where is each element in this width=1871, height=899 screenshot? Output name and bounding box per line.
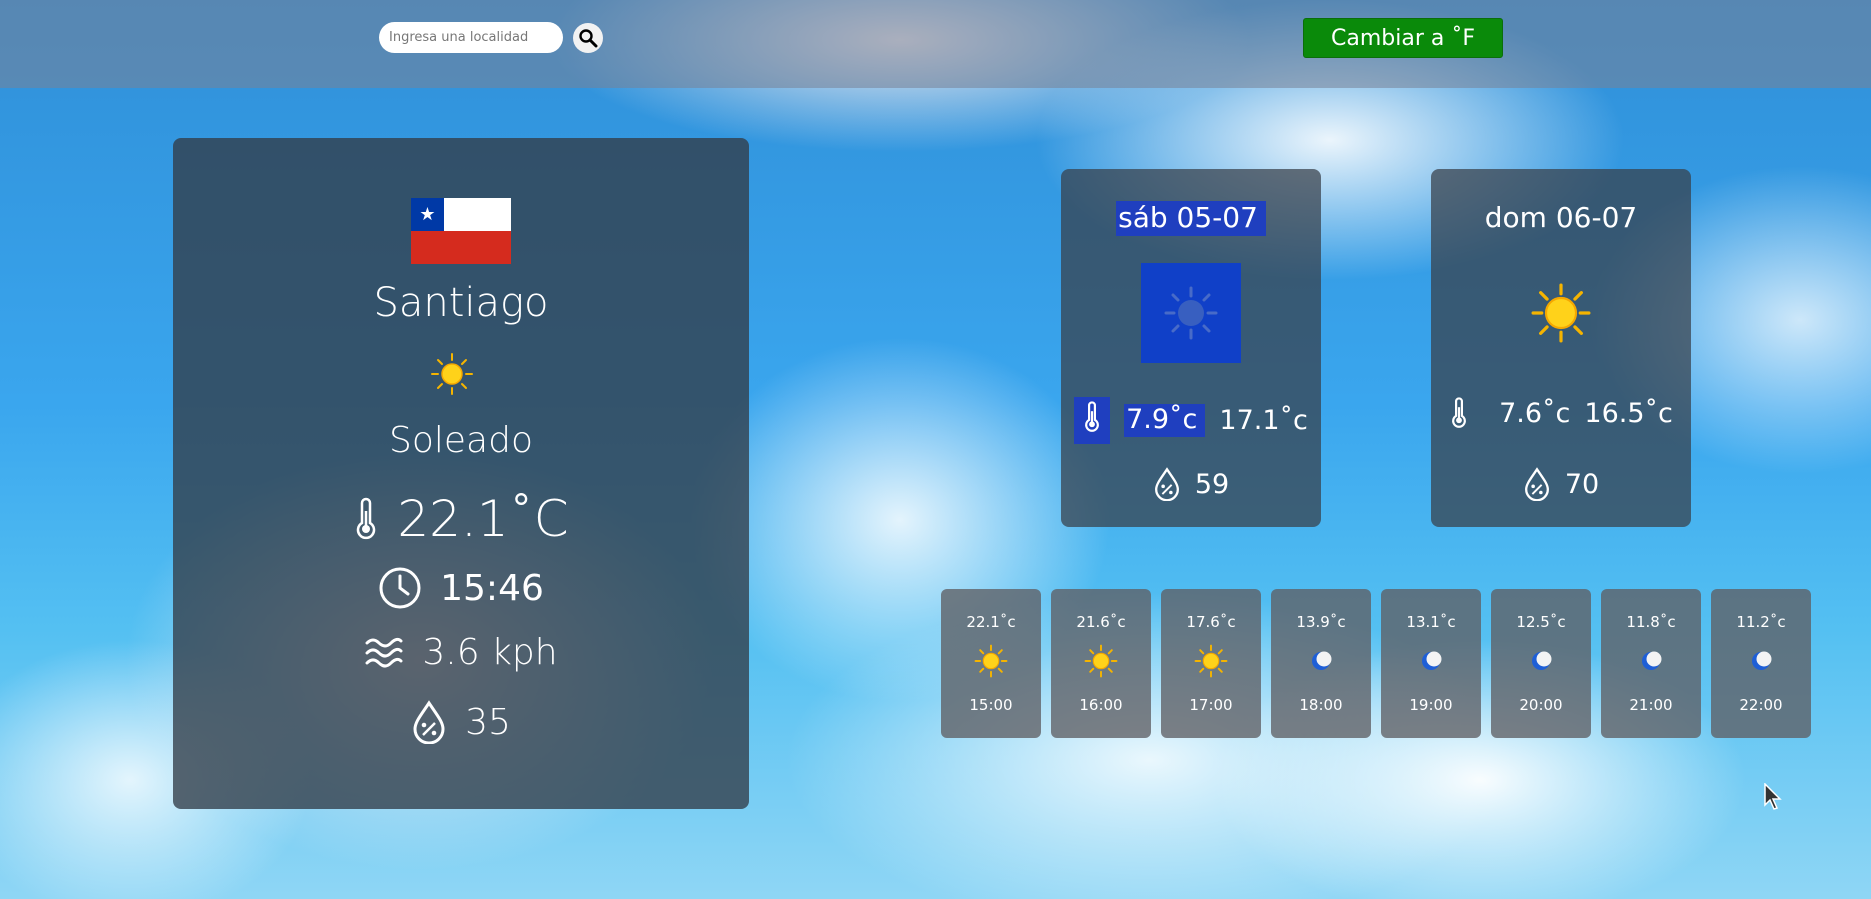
clock-icon (379, 567, 421, 609)
search-input[interactable] (379, 22, 563, 53)
chile-flag: ★ (411, 198, 511, 264)
forecast-humidity: 59 (1061, 467, 1321, 501)
forecast-min: 7.9˚c (1124, 404, 1206, 437)
forecast-humidity: 70 (1431, 467, 1691, 501)
hourly-icon (1193, 643, 1229, 679)
hourly-time: 19:00 (1409, 696, 1453, 714)
search-button[interactable] (573, 23, 603, 53)
moon-icon (1752, 651, 1772, 670)
moon-icon (1312, 651, 1332, 670)
hourly-time: 15:00 (969, 696, 1013, 714)
forecast-min-max: 7.9˚c 17.1˚c (1061, 397, 1321, 444)
hourly-temp: 22.1˚c (966, 613, 1016, 631)
hourly-icon (1303, 643, 1339, 679)
wind-value: 3.6 kph (422, 632, 558, 673)
forecast-date: sáb 05-07 (1116, 201, 1266, 236)
forecast-day-card[interactable]: dom 06-07 7.6˚c 16.5˚c 70 (1431, 169, 1691, 527)
hourly-temp: 12.5˚c (1516, 613, 1566, 631)
moon-icon (1642, 651, 1662, 670)
sun-icon (974, 644, 1008, 678)
hourly-icon (1523, 643, 1559, 679)
forecast-day-card[interactable]: sáb 05-07 7.9˚c 17.1˚c 59 (1061, 169, 1321, 527)
forecast-min-max: 7.6˚c 16.5˚c (1431, 397, 1691, 429)
forecast-max: 16.5˚c (1584, 397, 1673, 429)
thermometer-icon (357, 497, 376, 540)
humidity-icon (413, 700, 445, 744)
forecast-icon-box (1141, 263, 1241, 363)
top-bar: Cambiar a ˚F (0, 0, 1871, 88)
unit-toggle-button[interactable]: Cambiar a ˚F (1303, 18, 1503, 58)
city-name: Santiago (373, 280, 549, 326)
hourly-icon (1743, 643, 1779, 679)
hourly-card[interactable]: 13.9˚c 18:00 (1271, 589, 1371, 738)
hourly-time: 22:00 (1739, 696, 1783, 714)
condition-text: Soleado (389, 420, 533, 461)
hourly-card[interactable]: 21.6˚c 16:00 (1051, 589, 1151, 738)
thermometer-icon (1085, 401, 1100, 432)
hourly-card[interactable]: 22.1˚c 15:00 (941, 589, 1041, 738)
hourly-temp: 13.9˚c (1296, 613, 1346, 631)
hourly-temp: 11.8˚c (1626, 613, 1676, 631)
wind-icon (365, 637, 403, 667)
hourly-icon (1413, 643, 1449, 679)
hourly-temp: 11.2˚c (1736, 613, 1786, 631)
moon-icon (1532, 651, 1552, 670)
forecast-icon-box (1511, 263, 1611, 363)
hourly-temp: 13.1˚c (1406, 613, 1456, 631)
sun-icon (1194, 644, 1228, 678)
temperature-row: 22.1˚C (173, 490, 749, 548)
forecast-min: 7.6˚c (1499, 397, 1571, 429)
hourly-card[interactable]: 12.5˚c 20:00 (1491, 589, 1591, 738)
wind-row: 3.6 kph (173, 632, 749, 673)
search-icon (579, 29, 598, 48)
forecast-humidity-value: 59 (1194, 468, 1230, 500)
hourly-icon (973, 643, 1009, 679)
hourly-time: 20:00 (1519, 696, 1563, 714)
hourly-icon (1083, 643, 1119, 679)
time-row: 15:46 (173, 566, 749, 610)
sun-icon (1164, 286, 1218, 340)
current-condition-icon-row (173, 352, 749, 396)
hourly-temp: 21.6˚c (1076, 613, 1126, 631)
sun-icon (1084, 644, 1118, 678)
mouse-cursor-icon (1764, 783, 1782, 810)
hourly-icon (1633, 643, 1669, 679)
forecast-date: dom 06-07 (1484, 201, 1638, 234)
hourly-card[interactable]: 11.2˚c 22:00 (1711, 589, 1811, 738)
thermometer-icon-wrap (1074, 397, 1111, 444)
temperature-value: 22.1˚C (397, 490, 569, 548)
moon-icon (1422, 651, 1442, 670)
sun-icon (431, 353, 473, 395)
hourly-time: 18:00 (1299, 696, 1343, 714)
time-value: 15:46 (440, 567, 544, 609)
hourly-time: 17:00 (1189, 696, 1233, 714)
humidity-row: 35 (173, 700, 749, 744)
hourly-card[interactable]: 11.8˚c 21:00 (1601, 589, 1701, 738)
forecast-max: 17.1˚c (1219, 405, 1308, 436)
hourly-temp: 17.6˚c (1186, 613, 1236, 631)
hourly-card[interactable]: 13.1˚c 19:00 (1381, 589, 1481, 738)
hourly-time: 21:00 (1629, 696, 1673, 714)
sun-icon (1531, 283, 1591, 343)
humidity-value: 35 (465, 701, 511, 743)
humidity-icon (1524, 467, 1549, 501)
forecast-humidity-value: 70 (1564, 468, 1600, 500)
humidity-icon (1154, 467, 1179, 501)
hourly-time: 16:00 (1079, 696, 1123, 714)
hourly-card[interactable]: 17.6˚c 17:00 (1161, 589, 1261, 738)
thermometer-icon (1452, 397, 1467, 428)
